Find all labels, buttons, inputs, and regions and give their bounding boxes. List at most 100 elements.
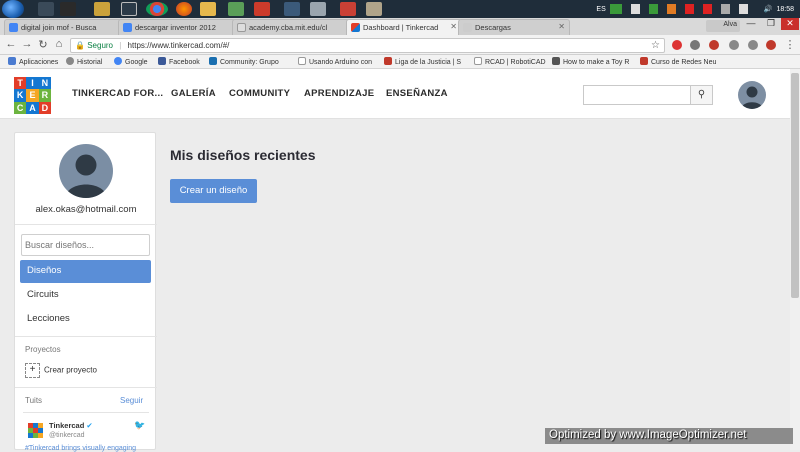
bookmark-star-icon[interactable]: ☆ — [651, 40, 660, 51]
chrome-taskbar-icon[interactable] — [146, 2, 168, 16]
facebook-icon — [158, 57, 166, 65]
logo-letter: D — [38, 101, 51, 114]
tweet-author[interactable]: Tinkercad ✔ — [49, 421, 93, 430]
menu-dots-icon[interactable]: ⋮ — [783, 38, 797, 51]
divider — [15, 224, 157, 225]
search-icon[interactable]: ⚲ — [690, 85, 713, 105]
url-bar[interactable]: 🔒 Seguro | https://www.tinkercad.com/#/ … — [70, 38, 665, 53]
design-search-input[interactable] — [21, 234, 150, 256]
nav-community[interactable]: COMMUNITY — [229, 88, 290, 99]
browser-tab[interactable]: academy.cba.mit.edu/cl — [232, 19, 350, 35]
url-text: https://www.tinkercad.com/#/ — [127, 41, 230, 50]
taskbar-app-icon[interactable] — [38, 2, 54, 16]
browser-tab[interactable]: digital join mof - Busca — [4, 19, 122, 35]
extension-icon[interactable] — [748, 40, 758, 50]
tweet-avatar — [28, 423, 43, 438]
sidebar-item-circuits[interactable]: Circuits — [20, 284, 151, 307]
browser-tab-active[interactable]: Dashboard | Tinkercad ✕ — [346, 19, 462, 35]
bookmark-roboticad[interactable]: RCAD | RobotiCAD — [474, 57, 546, 66]
tray-icons[interactable] — [609, 4, 760, 14]
browser-tab[interactable]: descargar inventor 2012 — [118, 19, 236, 35]
user-avatar[interactable] — [738, 81, 766, 109]
close-tab-icon[interactable]: ✕ — [558, 22, 565, 31]
tinkercad-logo[interactable]: T I N K E R C A D — [14, 77, 51, 114]
twitter-bird-icon[interactable]: 🐦 — [134, 420, 145, 431]
extension-icon[interactable] — [690, 40, 700, 50]
taskbar-app-icon[interactable] — [60, 2, 76, 16]
bookmark-liga[interactable]: Liga de la Justicia | S — [384, 57, 461, 66]
home-icon[interactable]: ⌂ — [52, 38, 66, 50]
back-arrow-icon[interactable]: ← — [4, 38, 18, 50]
scrollbar-thumb[interactable] — [791, 73, 799, 298]
follow-link[interactable]: Seguir — [120, 396, 143, 405]
extension-icon[interactable] — [709, 40, 719, 50]
create-project-label: Crear proyecto — [44, 365, 97, 375]
create-design-button[interactable]: Crear un diseño — [170, 179, 257, 203]
google-icon — [123, 23, 132, 32]
bookmark-community[interactable]: Community: Grupo — [209, 57, 279, 66]
taskbar-app-icon[interactable] — [94, 2, 110, 16]
logo-letter: E — [26, 89, 39, 102]
bookmark-toy[interactable]: How to make a Toy R — [552, 57, 629, 66]
logo-letter: A — [26, 101, 39, 114]
taskbar-app-icon[interactable] — [284, 2, 300, 16]
bookmark-apps[interactable]: Aplicaciones — [8, 57, 58, 66]
browser-tab-strip: digital join mof - Busca descargar inven… — [0, 18, 800, 35]
tweets-heading: Tuits — [25, 396, 43, 405]
taskbar-app-icon[interactable] — [366, 2, 382, 16]
tinkercad-icon — [351, 23, 360, 32]
sidebar: alex.okas@hotmail.com Diseños Circuits L… — [14, 132, 157, 452]
sn-icon — [384, 57, 392, 65]
logo-letter: I — [26, 77, 39, 90]
taskbar-app-icon[interactable] — [310, 2, 326, 16]
nav-ensenanza[interactable]: ENSEÑANZA — [386, 88, 448, 99]
sidebar-item-lecciones[interactable]: Lecciones — [20, 308, 151, 331]
taskbar-app-icon[interactable] — [340, 2, 356, 16]
bookmark-google[interactable]: Google — [114, 57, 148, 66]
nav-galeria[interactable]: GALERÍA — [171, 88, 216, 99]
sidebar-item-disenos[interactable]: Diseños — [20, 260, 151, 283]
minimize-button[interactable]: — — [742, 18, 760, 30]
folder-taskbar-icon[interactable] — [200, 2, 216, 16]
profile-button[interactable]: Alva — [706, 20, 740, 32]
close-tab-icon[interactable]: ✕ — [450, 22, 457, 31]
projects-heading: Proyectos — [25, 345, 61, 354]
restore-button[interactable]: ❐ — [762, 18, 780, 30]
nav-aprendizaje[interactable]: APRENDIZAJE — [304, 88, 374, 99]
watermark: Optimized by www.ImageOptimizer.net — [545, 428, 793, 444]
tweet-handle[interactable]: @tinkercad — [49, 432, 85, 439]
bookmark-arduino[interactable]: Usando Arduino con — [298, 57, 372, 66]
extension-icon[interactable] — [766, 40, 776, 50]
forward-arrow-icon[interactable]: → — [20, 38, 34, 50]
browser-tab[interactable]: Descargas ✕ — [458, 19, 570, 35]
browser-toolbar: ← → ↻ ⌂ 🔒 Seguro | https://www.tinkercad… — [0, 35, 800, 55]
extension-icon[interactable] — [729, 40, 739, 50]
plus-icon: + — [25, 363, 40, 378]
volume-icon[interactable]: 🔊 — [764, 5, 773, 13]
google-icon — [9, 23, 18, 32]
bookmark-redes[interactable]: Curso de Redes Neu — [640, 57, 716, 66]
profile-avatar[interactable] — [59, 144, 113, 198]
taskbar-app-icon[interactable] — [228, 2, 244, 16]
page-icon — [640, 57, 648, 65]
divider — [23, 412, 149, 413]
language-indicator[interactable]: ES — [596, 6, 605, 13]
bookmark-history[interactable]: Historial — [66, 57, 102, 66]
system-clock[interactable]: 18:58 — [776, 6, 794, 13]
create-project-button[interactable]: + Crear proyecto — [25, 363, 97, 378]
taskbar-app-icon[interactable] — [254, 2, 270, 16]
close-window-button[interactable]: ✕ — [781, 18, 799, 30]
bookmark-facebook[interactable]: Facebook — [158, 57, 200, 66]
divider — [15, 387, 157, 388]
history-icon — [66, 57, 74, 65]
page-scrollbar[interactable] — [790, 69, 800, 450]
community-icon — [209, 57, 217, 65]
start-button[interactable] — [2, 0, 24, 18]
extension-icon[interactable] — [672, 40, 682, 50]
page-icon — [298, 57, 306, 65]
taskbar-app-icon[interactable] — [121, 2, 137, 16]
firefox-taskbar-icon[interactable] — [176, 2, 192, 16]
nav-tinkercad-for[interactable]: TINKERCAD FOR... — [72, 88, 163, 99]
reload-icon[interactable]: ↻ — [36, 38, 50, 51]
url-separator: | — [119, 41, 122, 50]
